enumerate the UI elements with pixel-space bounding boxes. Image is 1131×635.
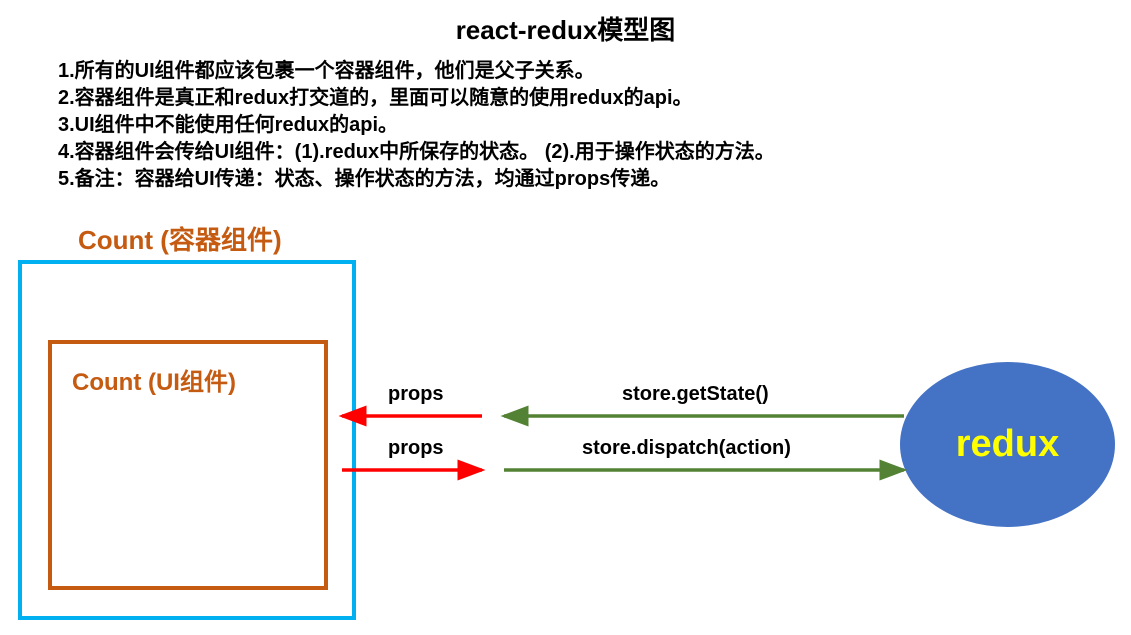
redux-node: redux xyxy=(900,362,1115,527)
getstate-label: store.getState() xyxy=(622,383,769,406)
diagram-title: react-redux模型图 xyxy=(0,10,1131,47)
props-in-label: props xyxy=(388,383,444,406)
container-box-label: Count (容器组件) xyxy=(78,220,282,257)
note-line: 3.UI组件中不能使用任何redux的api。 xyxy=(58,112,775,139)
ui-component-label: Count (UI组件) xyxy=(72,362,236,397)
note-line: 4.容器组件会传给UI组件：(1).redux中所保存的状态。 (2).用于操作… xyxy=(58,139,775,166)
props-out-label: props xyxy=(388,437,444,460)
notes-block: 1.所有的UI组件都应该包裹一个容器组件，他们是父子关系。 2.容器组件是真正和… xyxy=(58,58,775,193)
note-line: 5.备注：容器给UI传递：状态、操作状态的方法，均通过props传递。 xyxy=(58,166,775,193)
diagram-canvas: react-redux模型图 1.所有的UI组件都应该包裹一个容器组件，他们是父… xyxy=(0,0,1131,635)
note-line: 1.所有的UI组件都应该包裹一个容器组件，他们是父子关系。 xyxy=(58,58,775,85)
redux-label: redux xyxy=(956,423,1059,466)
dispatch-label: store.dispatch(action) xyxy=(582,437,791,460)
note-line: 2.容器组件是真正和redux打交道的，里面可以随意的使用redux的api。 xyxy=(58,85,775,112)
